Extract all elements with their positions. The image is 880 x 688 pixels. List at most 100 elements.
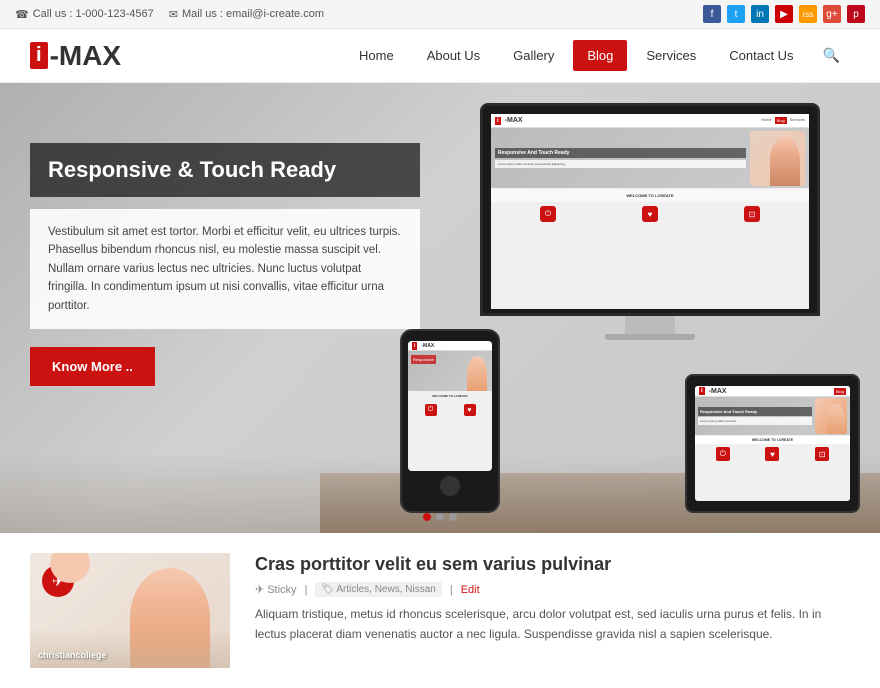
monitor-display: i -MAX Home Blog Services Responsive And… (491, 114, 809, 309)
youtube-icon[interactable]: ▶ (775, 5, 793, 23)
logo-max-text: -MAX (50, 40, 122, 72)
mini-girl-decoration (770, 136, 800, 186)
site-header: i -MAX Home About Us Gallery Blog Servic… (0, 29, 880, 83)
contact-info: ☎ Call us : 1-000-123-4567 ✉ Mail us : e… (15, 8, 324, 21)
mini-website: i -MAX Home Blog Services Responsive And… (491, 114, 809, 309)
mail-label: Mail us : email@i-create.com (182, 8, 324, 20)
sticky-icon: ✈ (255, 583, 264, 596)
tablet-icon-1: ⏻ (716, 447, 730, 461)
hero-title: Responsive & Touch Ready (48, 157, 402, 183)
dot-3[interactable] (449, 513, 457, 521)
dot-1[interactable] (423, 513, 431, 521)
image-caption: christiancollege (38, 650, 107, 660)
search-icon[interactable]: 🔍 (813, 39, 850, 72)
mini-hero-image (750, 131, 805, 186)
tablet-body: i -MAX Blog Responsive And Touch Ready L… (685, 374, 860, 513)
tablet-icons: ⏻ ♥ ⊡ (695, 444, 850, 464)
tablet-device: i -MAX Blog Responsive And Touch Ready L… (685, 374, 860, 513)
mini-icon-power: ⏻ (540, 206, 556, 222)
nav-services[interactable]: Services (632, 40, 710, 71)
mini-icon-heart: ♥ (642, 206, 658, 222)
phone-mini-site: i -MAX Responsive WELCOME TO I-CREATE ⏻ … (408, 341, 492, 471)
phone-icon: ☎ (15, 8, 29, 21)
nav-blog[interactable]: Blog (573, 40, 627, 71)
social-icons: f t in ▶ rss g+ p (703, 5, 865, 23)
mini-welcome-text: WELCOME TO I-CREATE (491, 188, 809, 202)
tablet-nav-active: Blog (834, 388, 846, 395)
tablet-icon-2: ♥ (765, 447, 779, 461)
mini-nav-home: Home (761, 117, 772, 124)
post-tags: 🏷 Articles, News, Nissan (315, 582, 441, 597)
tablet-icon-3: ⊡ (815, 447, 829, 461)
logo-i-letter: i (30, 42, 48, 69)
nav-gallery[interactable]: Gallery (499, 40, 568, 71)
site-logo[interactable]: i -MAX (30, 40, 121, 72)
mini-logo-i: i (495, 117, 501, 125)
tablet-mini-logo-i: i (699, 387, 705, 395)
nav-contact[interactable]: Contact Us (715, 40, 807, 71)
mail-icon: ✉ (169, 8, 178, 21)
nav-home[interactable]: Home (345, 40, 408, 71)
phone-label: Call us : 1-000-123-4567 (33, 8, 154, 20)
know-more-button[interactable]: Know More .. (30, 347, 155, 386)
main-nav: Home About Us Gallery Blog Services Cont… (345, 39, 850, 72)
top-bar: ☎ Call us : 1-000-123-4567 ✉ Mail us : e… (0, 0, 880, 29)
monitor-screen: i -MAX Home Blog Services Responsive And… (480, 103, 820, 316)
phone-welcome: WELCOME TO I-CREATE (408, 391, 492, 401)
sticky-indicator: ✈ Sticky (255, 583, 297, 596)
sticky-label-text: Sticky (267, 584, 296, 596)
tablet-hero-desc: Lorem ipsum dolor sit amet (698, 417, 812, 425)
tablet-welcome: WELCOME TO I-CREATE (695, 435, 850, 444)
hero-desc-box: Vestibulum sit amet est tortor. Morbi et… (30, 209, 420, 329)
phone-icon-2: ♥ (464, 404, 476, 416)
edit-link[interactable]: Edit (461, 584, 480, 596)
rss-icon[interactable]: rss (799, 5, 817, 23)
tablet-hero-img (815, 398, 847, 434)
monitor-stand (625, 316, 675, 334)
tags-text: Articles, News, Nissan (336, 584, 435, 595)
phone-mini-max: -MAX (421, 343, 434, 349)
mini-nav-services: Services (790, 117, 805, 124)
mini-hero-desc: Lorem ipsum dolor sit amet consectetur a… (495, 160, 746, 168)
mini-icon-grid: ⊡ (744, 206, 760, 222)
blog-post-content: Cras porttitor velit eu sem varius pulvi… (255, 553, 850, 668)
tablet-mini-site: i -MAX Blog Responsive And Touch Ready L… (695, 386, 850, 501)
tag-icon: 🏷 (321, 584, 334, 595)
phone-icon-1: ⏻ (425, 404, 437, 416)
tablet-screen: i -MAX Blog Responsive And Touch Ready L… (695, 386, 850, 501)
meta-separator-1: | (305, 584, 308, 596)
phone-girl (467, 356, 487, 391)
blog-post-description: Aliquam tristique, metus id rhoncus scel… (255, 605, 850, 643)
blog-post-meta: ✈ Sticky | 🏷 Articles, News, Nissan | Ed… (255, 582, 850, 597)
blog-post-image: ✈ christiancollege (30, 553, 230, 668)
blog-post-title: Cras porttitor velit eu sem varius pulvi… (255, 553, 850, 576)
mini-hero-title: Responsive And Touch Ready (495, 148, 746, 158)
tablet-hero-title: Responsive And Touch Ready (698, 407, 812, 416)
pinterest-icon[interactable]: p (847, 5, 865, 23)
phone-info: ☎ Call us : 1-000-123-4567 (15, 8, 154, 21)
tablet-mini-hero: Responsive And Touch Ready Lorem ipsum d… (695, 397, 850, 435)
mail-info: ✉ Mail us : email@i-create.com (169, 8, 324, 21)
tablet-hero-text: Responsive And Touch Ready Lorem ipsum d… (698, 407, 812, 425)
twitter-icon[interactable]: t (727, 5, 745, 23)
tablet-mini-logo-text: -MAX (709, 388, 727, 395)
monitor-base (605, 334, 695, 340)
dot-2[interactable] (436, 513, 444, 521)
hero-content: Responsive & Touch Ready Vestibulum sit … (30, 143, 420, 386)
linkedin-icon[interactable]: in (751, 5, 769, 23)
nav-about[interactable]: About Us (413, 40, 494, 71)
blog-section: ✈ christiancollege Cras porttitor velit … (0, 533, 880, 688)
phone-icons: ⏻ ♥ (408, 401, 492, 419)
hero-section: Responsive & Touch Ready Vestibulum sit … (0, 83, 880, 533)
hero-description: Vestibulum sit amet est tortor. Morbi et… (48, 223, 402, 315)
phone-screen: i -MAX Responsive WELCOME TO I-CREATE ⏻ … (408, 341, 492, 471)
facebook-icon[interactable]: f (703, 5, 721, 23)
phone-mini-hero: Responsive (408, 351, 492, 391)
mini-nav-blog: Blog (775, 117, 787, 124)
hero-title-box: Responsive & Touch Ready (30, 143, 420, 197)
image-overlay (30, 628, 230, 668)
google-plus-icon[interactable]: g+ (823, 5, 841, 23)
phone-home-button[interactable] (440, 476, 460, 496)
meta-separator-2: | (450, 584, 453, 596)
carousel-dots (423, 513, 457, 521)
